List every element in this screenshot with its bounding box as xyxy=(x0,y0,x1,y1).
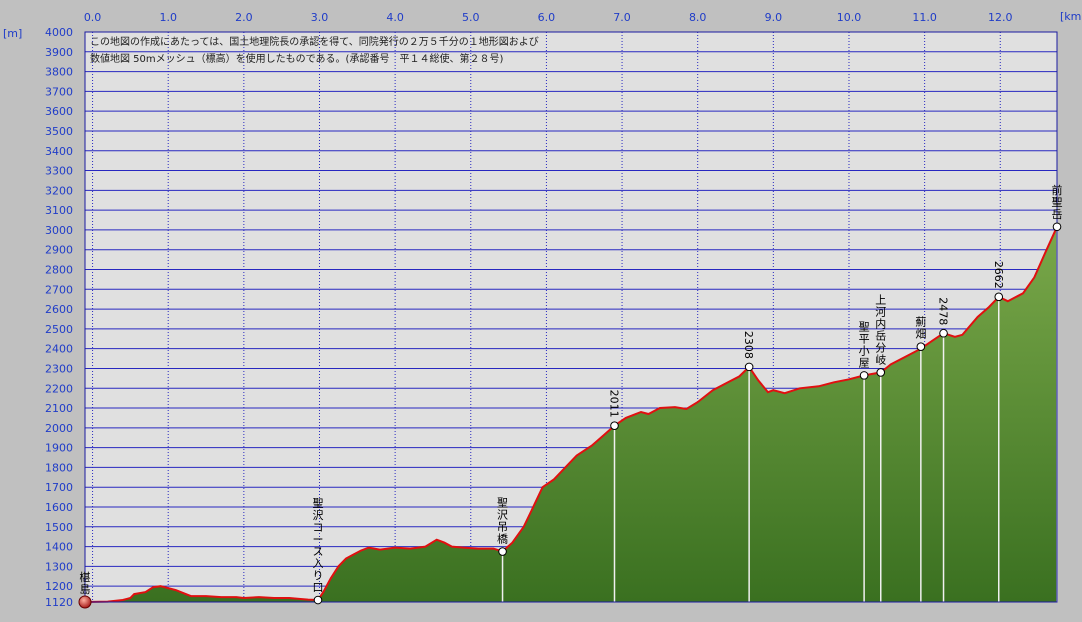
y-tick-label: 1700 xyxy=(45,481,73,494)
y-tick-label: 2300 xyxy=(45,362,73,375)
y-tick-label: 2800 xyxy=(45,264,73,277)
y-tick-label: 1120 xyxy=(45,596,73,609)
waypoint-marker xyxy=(939,328,948,338)
x-tick-label: 9.0 xyxy=(765,11,783,24)
y-tick-labels: 1120 1200 1300 1400 1500 1600 1700 1800 1900 2000… xyxy=(45,26,73,609)
waypoint-marker xyxy=(876,368,886,377)
waypoint-marker xyxy=(610,421,619,430)
y-tick-label: 2500 xyxy=(45,323,73,336)
elevation-profile-chart: 0.0 1.0 2.0 3.0 4.0 5.0 6.0 7.0 8.0 9.0 10.0 11.0 12… xyxy=(3,10,1082,609)
x-tick-label: 3.0 xyxy=(311,11,329,24)
waypoint-marker xyxy=(1052,222,1062,232)
x-tick-label: 8.0 xyxy=(689,11,707,24)
x-tick-label: 1.0 xyxy=(159,11,177,24)
y-tick-label: 3000 xyxy=(45,224,73,237)
y-tick-label: 1500 xyxy=(45,521,73,534)
waypoint-marker xyxy=(994,292,1004,302)
x-tick-label: 11.0 xyxy=(912,11,937,24)
y-tick-label: 1800 xyxy=(45,461,73,474)
waypoint-label: 2478 xyxy=(937,297,950,325)
y-tick-label: 2200 xyxy=(45,382,73,395)
y-tick-label: 3900 xyxy=(45,46,73,59)
waypoint-marker xyxy=(498,547,507,556)
y-tick-label: 1400 xyxy=(45,541,73,554)
y-tick-label: 2100 xyxy=(45,402,73,415)
y-tick-label: 1300 xyxy=(45,560,73,573)
y-tick-label: 4000 xyxy=(45,26,73,39)
x-unit-label: [km] xyxy=(1060,10,1082,23)
x-tick-label: 7.0 xyxy=(613,11,631,24)
waypoint-marker xyxy=(859,371,869,380)
x-tick-label: 6.0 xyxy=(538,11,556,24)
x-tick-label: 2.0 xyxy=(235,11,253,24)
y-tick-label: 2900 xyxy=(45,244,73,257)
y-tick-label: 3400 xyxy=(45,145,73,158)
note-line-1: この地図の作成にあたっては、国土地理院長の承認を得て、同院発行の２万５千分の１地… xyxy=(90,35,539,48)
y-tick-label: 3500 xyxy=(45,125,73,138)
y-tick-label: 3800 xyxy=(45,66,73,79)
waypoint-label: 前聖岳 xyxy=(1052,183,1063,221)
waypoint-label: 2662 xyxy=(992,261,1005,289)
waypoint-label: 上河内岳分岐 xyxy=(875,293,886,366)
y-tick-label: 3100 xyxy=(45,204,73,217)
x-tick-label: 5.0 xyxy=(462,11,480,24)
y-tick-label: 3300 xyxy=(45,165,73,178)
start-marker-icon xyxy=(78,595,92,609)
y-tick-label: 1600 xyxy=(45,501,73,514)
y-tick-label: 2600 xyxy=(45,303,73,316)
y-tick-label: 2000 xyxy=(45,422,73,435)
y-tick-label: 3600 xyxy=(45,105,73,118)
waypoint-label: 2308 xyxy=(742,331,755,359)
y-tick-label: 1200 xyxy=(45,580,73,593)
x-tick-labels: 0.0 1.0 2.0 3.0 4.0 5.0 6.0 7.0 8.0 9.0 10.0 11.0 12… xyxy=(84,11,1013,24)
y-tick-label: 3200 xyxy=(45,184,73,197)
y-tick-label: 2400 xyxy=(45,343,73,356)
waypoint-label: 2011 xyxy=(607,390,620,418)
waypoint-label: 聖沢吊橋 xyxy=(497,497,508,546)
y-unit-label: [m] xyxy=(3,27,22,40)
waypoint-label: 薊畑 xyxy=(915,316,926,341)
y-tick-label: 1900 xyxy=(45,442,73,455)
y-tick-label: 2700 xyxy=(45,283,73,296)
waypoint-marker xyxy=(313,595,323,605)
x-tick-label: 0.0 xyxy=(84,11,102,24)
waypoint-marker xyxy=(916,342,926,351)
x-tick-label: 10.0 xyxy=(837,11,862,24)
x-tick-label: 12.0 xyxy=(988,11,1013,24)
waypoint-label: 椹島 xyxy=(80,571,91,596)
waypoint-marker xyxy=(744,362,754,372)
y-tick-label: 3700 xyxy=(45,85,73,98)
waypoint-label: 聖沢コース入り口 xyxy=(312,497,323,594)
x-tick-label: 4.0 xyxy=(386,11,404,24)
waypoint-label: 聖平小屋 xyxy=(859,320,870,369)
note-line-2: 数値地図 50mメッシュ（標高）を使用したものである。(承認番号 平１４総使、第… xyxy=(90,52,503,65)
